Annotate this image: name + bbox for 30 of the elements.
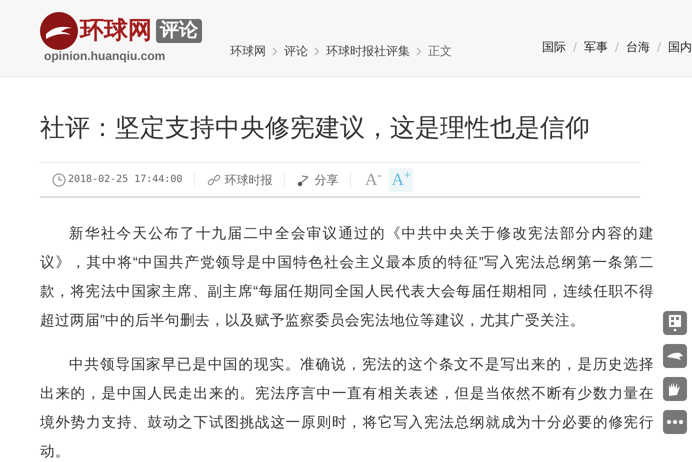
chevron-icon (314, 46, 320, 56)
nav-link[interactable]: 国内 (668, 38, 692, 56)
chevron-icon (416, 46, 422, 56)
breadcrumb-link[interactable]: 环球网 (230, 42, 266, 60)
divider-slash-icon (615, 42, 619, 52)
share-button[interactable]: 分享 (314, 170, 338, 188)
source-link[interactable]: 环球时报 (224, 170, 272, 188)
nav-link[interactable]: 军事 (584, 38, 608, 56)
article-paragraph: 中共领导国家早已是中国的现实。准确说，宪法的这个条文不是写出来的，是历史选择出来的，是中国人民走出来的。宪法序言中一直有相关表述，但是当依然不断有少数力量在境外势力支持、鼓动之下试图挑战这一原则时，将它写入宪法总纲就成为十分必要的修宪行动。 (40, 356, 654, 462)
article-paragraph: 新华社今天公布了十九届二中全会审议通过的《中共中央关于修改宪法部分内容的建议》，其中将“中国共产党领导是中国特色社会主义最本质的特征”写入宪法总纲第一条第二款，将宪法中国家主席、副主席“每届任期同全国人民代表大会每届任期相同，连续任职不得超过两届”中的后半句删去，以及赋予监察委员会宪法地位等建议，尤其广受关注。 (40, 224, 654, 331)
nav-link[interactable]: 国际 (542, 38, 566, 56)
publish-time: 2018-02-25 17:44:00 (68, 173, 182, 187)
logo-domain: opinion.huanqiu.com (44, 50, 166, 62)
nav-link[interactable]: 台海 (626, 38, 650, 56)
qr-code-icon[interactable] (663, 311, 687, 335)
divider-slash-icon (657, 42, 661, 52)
breadcrumb-link[interactable]: 评论 (284, 42, 308, 60)
divider-slash-icon (573, 42, 577, 52)
logo-name: 环球网 (80, 19, 152, 43)
more-icon[interactable] (663, 410, 687, 434)
section-badge: 评论 (156, 19, 202, 43)
breadcrumb-link[interactable]: 环球时报社评集 (326, 42, 410, 60)
hand-icon[interactable] (663, 377, 687, 401)
clock-icon (52, 172, 66, 186)
article-title: 社评：坚定支持中央修宪建议，这是理性也是信仰 (40, 113, 591, 144)
chevron-icon (272, 46, 278, 56)
bird-icon[interactable] (663, 344, 687, 368)
breadcrumb-link[interactable]: 正文 (428, 42, 452, 60)
logo-icon[interactable] (40, 12, 78, 50)
link-icon (207, 172, 222, 186)
